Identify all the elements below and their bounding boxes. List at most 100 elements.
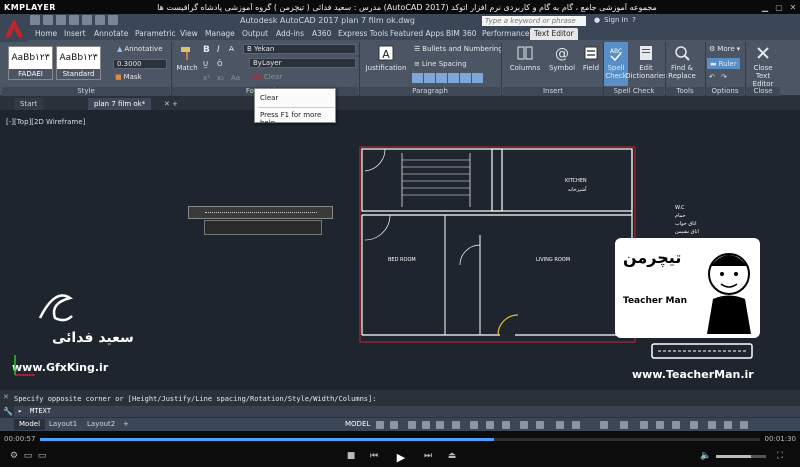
stop-icon[interactable]: ■ xyxy=(345,451,357,461)
tab-addins[interactable]: Add-ins xyxy=(276,28,304,40)
volume-slider[interactable] xyxy=(716,455,766,458)
seek-bar[interactable] xyxy=(40,438,760,441)
tab-bim360[interactable]: BIM 360 xyxy=(446,28,477,40)
saveas-icon[interactable] xyxy=(69,15,79,25)
model-space-toggle[interactable]: MODEL xyxy=(340,419,375,430)
clean-screen-icon[interactable] xyxy=(724,421,732,429)
tab-output[interactable]: Output xyxy=(242,28,268,40)
edit-dictionaries-button[interactable]: Edit Dictionaries xyxy=(625,44,667,80)
redo-icon[interactable] xyxy=(108,15,118,25)
viewport-label[interactable]: [-][Top][2D Wireframe] xyxy=(6,118,85,126)
signin-area[interactable]: ● Sign In ? xyxy=(594,16,636,24)
grid-icon[interactable] xyxy=(376,421,384,429)
text-height-field[interactable]: 0.3000 xyxy=(113,59,167,69)
case-icon[interactable]: Aa xyxy=(231,74,240,82)
customization-icon[interactable] xyxy=(740,421,748,429)
new-icon[interactable] xyxy=(30,15,40,25)
paragraph-icon[interactable] xyxy=(472,73,483,83)
more-button[interactable]: ⚙ More ▾ xyxy=(709,45,740,53)
selection-cycling-icon[interactable] xyxy=(502,421,510,429)
ruler-toggle[interactable]: ▬ Ruler xyxy=(707,58,740,69)
search-input[interactable]: Type a keyword or phrase xyxy=(482,16,586,26)
layout-tab-model[interactable]: Model xyxy=(14,419,46,430)
next-icon[interactable]: ⏭ xyxy=(422,451,434,461)
subscript-icon[interactable]: x₂ xyxy=(217,74,224,82)
columns-button[interactable]: Columns xyxy=(508,44,542,72)
fullscreen-icon[interactable]: ⛶ xyxy=(774,451,786,461)
undo-icon[interactable] xyxy=(95,15,105,25)
mtext-ruler[interactable] xyxy=(188,206,333,219)
tab-home[interactable]: Home xyxy=(35,28,57,40)
previous-icon[interactable]: ⏮ xyxy=(368,451,380,461)
tab-featured-apps[interactable]: Featured Apps xyxy=(390,28,444,40)
workspace-gear-icon[interactable] xyxy=(600,421,608,429)
autocad-logo[interactable] xyxy=(0,14,28,42)
playlist-icon[interactable]: ▭ xyxy=(22,451,34,461)
clear-button[interactable]: ⌫ Clear xyxy=(252,73,282,81)
save-icon[interactable] xyxy=(56,15,66,25)
units-icon[interactable] xyxy=(640,421,648,429)
capture-icon[interactable]: ▭ xyxy=(36,451,48,461)
justification-button[interactable]: A Justification xyxy=(362,44,410,72)
help-icon[interactable]: ? xyxy=(632,16,636,24)
drawing-canvas[interactable]: [-][Top][2D Wireframe] KITCHEN آشپزخانه … xyxy=(0,110,800,390)
ortho-icon[interactable] xyxy=(408,421,416,429)
line-spacing-button[interactable]: ≡ Line Spacing xyxy=(414,60,467,68)
tab-view[interactable]: View xyxy=(180,28,198,40)
otrack-icon[interactable] xyxy=(452,421,460,429)
tab-performance[interactable]: Performance xyxy=(482,28,530,40)
superscript-icon[interactable]: x² xyxy=(203,74,210,82)
annotation-monitor-icon[interactable] xyxy=(620,421,628,429)
align-left-icon[interactable] xyxy=(412,73,423,83)
italic-button[interactable]: I xyxy=(217,45,220,55)
open-icon[interactable] xyxy=(43,15,53,25)
find-replace-button[interactable]: Find & Replace xyxy=(667,44,697,80)
redo-icon[interactable]: ↷ xyxy=(721,73,727,81)
tab-text-editor[interactable]: Text Editor xyxy=(530,28,578,40)
align-justify-icon[interactable] xyxy=(448,73,459,83)
file-tab-start[interactable]: Start xyxy=(14,98,44,110)
overline-icon[interactable]: Ō xyxy=(217,60,223,68)
bullets-button[interactable]: ☰ Bullets and Numbering xyxy=(414,45,503,53)
symbol-button[interactable]: @ Symbol xyxy=(546,44,578,72)
underline-icon[interactable]: U̲ xyxy=(203,60,208,68)
play-icon[interactable]: ▶ xyxy=(395,451,407,464)
align-right-icon[interactable] xyxy=(436,73,447,83)
volume-icon[interactable]: 🔈 xyxy=(700,451,712,461)
tab-insert[interactable]: Insert xyxy=(64,28,86,40)
add-layout-icon[interactable]: + xyxy=(118,419,134,430)
align-distribute-icon[interactable] xyxy=(460,73,471,83)
annotative-toggle[interactable]: ▲ Annotative xyxy=(117,45,163,53)
bold-button[interactable]: B xyxy=(203,45,210,55)
isolate-objects-icon[interactable] xyxy=(690,421,698,429)
lineweight-icon[interactable] xyxy=(470,421,478,429)
strikethrough-icon[interactable]: A̶ xyxy=(229,45,234,53)
match-button[interactable]: Match xyxy=(174,44,200,72)
mtext-edit-box[interactable] xyxy=(204,220,322,235)
new-tab-icon[interactable]: + xyxy=(166,98,184,110)
lock-ui-icon[interactable] xyxy=(672,421,680,429)
dynamic-ucs-icon[interactable] xyxy=(536,421,544,429)
align-center-icon[interactable] xyxy=(424,73,435,83)
mask-button[interactable]: ■ Mask xyxy=(115,73,142,81)
quick-properties-icon[interactable] xyxy=(656,421,664,429)
hardware-acceleration-icon[interactable] xyxy=(708,421,716,429)
annotation-scale-icon[interactable] xyxy=(572,421,580,429)
field-button[interactable]: Field xyxy=(580,44,602,72)
polar-icon[interactable] xyxy=(422,421,430,429)
close-icon[interactable]: ✕ xyxy=(786,0,800,14)
color-select[interactable]: ByLayer xyxy=(249,58,356,68)
style-fadaei[interactable]: AaBb۱۲۳ FADAEI xyxy=(8,46,53,80)
snap-icon[interactable] xyxy=(390,421,398,429)
annotation-visibility-icon[interactable] xyxy=(556,421,564,429)
command-input[interactable]: ▸ MTEXT xyxy=(14,406,800,417)
wrench-icon[interactable]: 🔧 xyxy=(3,407,13,416)
tab-manage[interactable]: Manage xyxy=(205,28,235,40)
signin-label[interactable]: Sign In xyxy=(604,16,628,24)
3d-osnap-icon[interactable] xyxy=(520,421,528,429)
layout-tab-layout2[interactable]: Layout2 xyxy=(82,419,120,430)
maximize-icon[interactable]: ▢ xyxy=(772,0,786,14)
eject-icon[interactable]: ⏏ xyxy=(446,451,458,461)
osnap-icon[interactable] xyxy=(436,421,444,429)
tab-a360[interactable]: A360 xyxy=(312,28,331,40)
